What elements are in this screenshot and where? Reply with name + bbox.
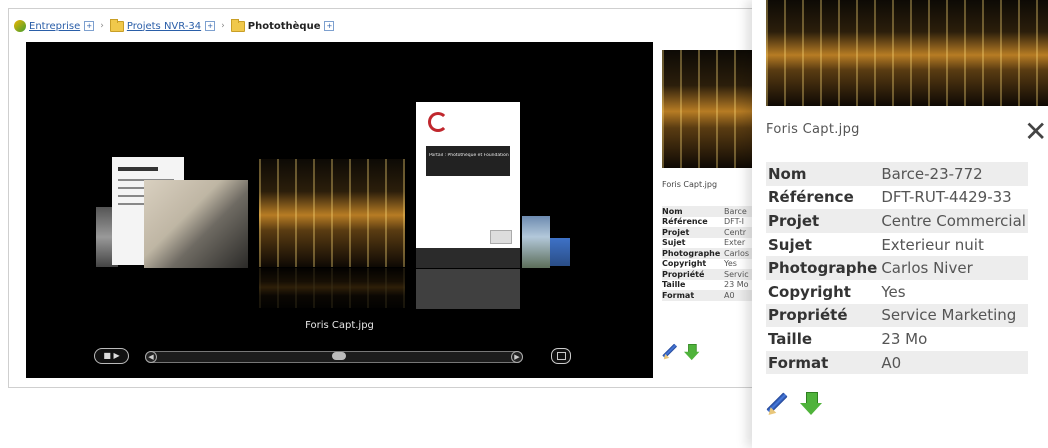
current-image-caption: Foris Capt.jpg	[305, 320, 374, 331]
chevron-right-icon: ›	[221, 21, 225, 31]
popup-filename: Foris Capt.jpg	[766, 122, 860, 137]
coverflow-item[interactable]	[550, 238, 570, 266]
fullscreen-button[interactable]	[551, 348, 571, 364]
metadata-label: Sujet	[768, 235, 812, 254]
metadata-label: Sujet	[662, 238, 686, 248]
doc-card-title: Portail : Photothèque et Foundation	[429, 153, 509, 158]
metadata-label: Référence	[768, 188, 854, 207]
folder-icon	[230, 18, 245, 32]
side-filename: Foris Capt.jpg	[662, 180, 718, 189]
metadata-label: Copyright	[768, 282, 851, 301]
enterprise-icon	[14, 20, 26, 32]
metadata-row: Référence DFT-I	[662, 217, 758, 228]
metadata-value: Yes	[881, 282, 906, 301]
metadata-row: Référence DFT-RUT-4429-33	[766, 186, 1028, 210]
metadata-row: Photographe Carlos	[662, 248, 758, 259]
coverflow-scrollbar[interactable]: ◀ ▶	[145, 351, 523, 363]
metadata-value: 23 Mo	[881, 329, 928, 348]
download-arrow-icon[interactable]	[684, 344, 700, 361]
metadata-row: Sujet Exter	[662, 238, 758, 249]
metadata-label: Nom	[662, 206, 724, 217]
metadata-label: Format	[766, 350, 880, 375]
coverflow-item[interactable]: Portail : Photothèque et Foundation	[416, 102, 520, 268]
metadata-value: Barce-23-772	[879, 162, 1028, 186]
pencil-icon[interactable]	[766, 393, 788, 415]
side-preview-image	[662, 50, 758, 168]
side-info-panel: Foris Capt.jpg Nom Barce Référence DFT-I Pro…	[658, 42, 758, 378]
popup-metadata-table: Nom Barce-23-772 Référence DFT-RUT-4429-33 P…	[766, 162, 1028, 375]
popup-preview-image	[766, 0, 1048, 106]
metadata-value: Carlos Niver	[879, 256, 1028, 280]
dropdown-icon[interactable]: +	[324, 21, 335, 31]
metadata-label: Taille	[768, 329, 813, 348]
side-actions	[662, 344, 700, 362]
metadata-label: Projet	[766, 209, 880, 233]
metadata-row: Format A0	[662, 290, 758, 301]
detail-popup: Foris Capt.jpg ✕ Nom Barce-23-772 Référenc…	[752, 0, 1048, 448]
pencil-icon[interactable]	[662, 344, 673, 355]
breadcrumb-item-projets[interactable]: Projets NVR-34	[127, 21, 201, 32]
metadata-row: Nom Barce	[662, 206, 758, 217]
metadata-label: Photographe	[662, 248, 724, 259]
download-arrow-icon[interactable]	[800, 392, 822, 416]
breadcrumb: Entreprise + › Projets NVR-34 + › Photot…	[14, 17, 335, 35]
metadata-label: Taille	[662, 280, 686, 290]
metadata-label: Photographe	[766, 256, 880, 280]
metadata-label: Format	[662, 290, 724, 301]
metadata-value: A0	[879, 350, 1028, 375]
breadcrumb-item-phototheque: Photothèque	[247, 20, 321, 32]
metadata-row: Projet Centr	[662, 227, 758, 238]
metadata-value: DFT-RUT-4429-33	[881, 188, 1012, 207]
page: Entreprise + › Projets NVR-34 + › Photot…	[0, 0, 1048, 448]
close-icon[interactable]: ✕	[1024, 118, 1047, 146]
metadata-value: Exterieur nuit	[881, 235, 984, 254]
metadata-row: Nom Barce-23-772	[766, 162, 1028, 186]
metadata-label: Propriété	[662, 269, 724, 280]
logo-icon	[428, 112, 448, 132]
metadata-row: Projet Centre Commercial	[766, 209, 1028, 233]
folder-icon	[109, 18, 124, 32]
metadata-row: Format A0	[766, 350, 1028, 375]
breadcrumb-item-entreprise[interactable]: Entreprise	[29, 21, 80, 32]
play-pause-icon: ■ ▶	[103, 351, 120, 360]
coverflow-item-current[interactable]	[259, 159, 405, 267]
metadata-label: Propriété	[766, 303, 880, 328]
metadata-row: Taille 23 Mo	[766, 327, 1028, 351]
metadata-row: Copyright Yes	[766, 280, 1028, 304]
metadata-row: Taille 23 Mo	[662, 280, 758, 291]
dropdown-icon[interactable]: +	[205, 21, 216, 31]
metadata-label: Référence	[662, 217, 708, 227]
metadata-row: Photographe Carlos Niver	[766, 256, 1028, 280]
metadata-label: Copyright	[662, 259, 707, 269]
metadata-row: Propriété Servic	[662, 269, 758, 280]
dropdown-icon[interactable]: +	[84, 21, 95, 31]
metadata-value: Service Marketing	[879, 303, 1028, 328]
metadata-row: Copyright Yes	[662, 259, 758, 270]
metadata-value: Centre Commercial	[879, 209, 1028, 233]
metadata-label: Projet	[662, 227, 724, 238]
side-metadata-table: Nom Barce Référence DFT-I Projet Centr Sujet Ex…	[662, 206, 758, 301]
scroll-thumb[interactable]	[332, 352, 347, 360]
reflection	[416, 269, 520, 309]
coverflow-item[interactable]	[144, 180, 248, 268]
coverflow-viewer: Portail : Photothèque et Foundation Fori…	[26, 42, 653, 378]
coverflow-item[interactable]	[522, 216, 550, 268]
reflection	[259, 268, 405, 308]
popup-actions	[766, 392, 822, 416]
metadata-row: Propriété Service Marketing	[766, 303, 1028, 328]
metadata-row: Sujet Exterieur nuit	[766, 233, 1028, 257]
metadata-label: Nom	[766, 162, 880, 186]
play-pause-button[interactable]: ■ ▶	[94, 348, 129, 364]
scroll-left-icon[interactable]: ◀	[145, 351, 157, 363]
scroll-right-icon[interactable]: ▶	[511, 351, 523, 363]
chevron-right-icon: ›	[100, 21, 104, 31]
